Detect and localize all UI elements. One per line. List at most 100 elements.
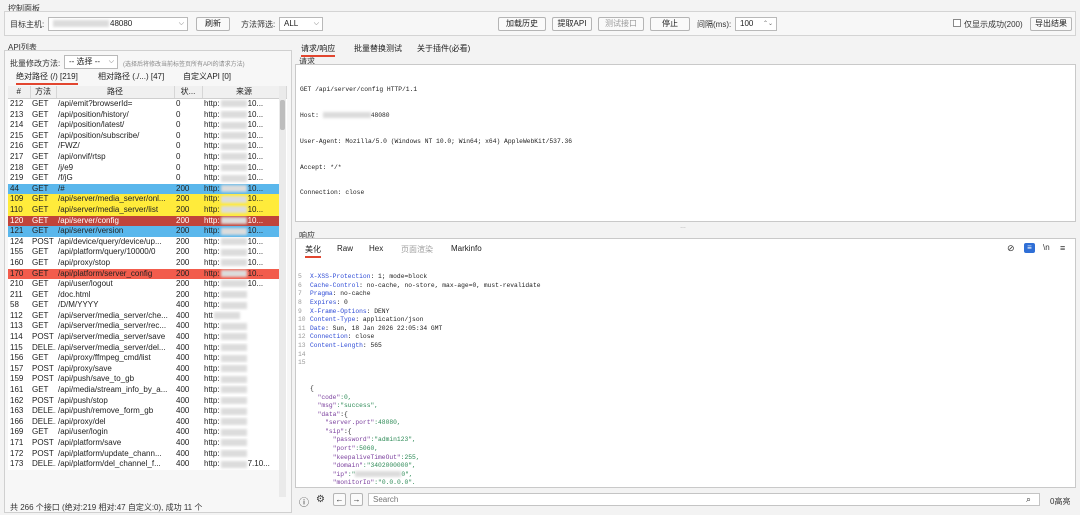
redacted-url — [220, 280, 247, 288]
column-header-method[interactable]: 方法 — [30, 86, 57, 99]
api-table-scrollbar-thumb[interactable] — [280, 100, 285, 130]
table-row[interactable]: 170 GET/api/platform/server_config 200 http… — [8, 268, 286, 280]
cell-status: 200 — [176, 257, 190, 267]
chevron-down-icon: ⌵ — [178, 20, 184, 27]
search-icon: ⌕ — [1026, 494, 1032, 504]
wrap-lines-icon[interactable]: ≡ — [1024, 243, 1035, 253]
menu-icon[interactable]: ≡ — [1060, 243, 1065, 253]
target-host-select[interactable]: 48080 ⌵ — [48, 17, 188, 31]
tab-hex[interactable]: Hex — [369, 244, 383, 253]
table-row[interactable]: 218 GET/j/e9 0 http: 10... — [8, 163, 286, 174]
table-row[interactable]: 112 GET/api/server/media_server/che... 400… — [8, 311, 286, 322]
only-success-checkbox[interactable] — [953, 19, 961, 27]
json-line: "port":5060, — [332, 445, 379, 453]
refresh-button[interactable]: 刷新 — [196, 17, 230, 31]
cell-path: /doc.html — [58, 289, 91, 299]
table-row[interactable]: 124 POST/api/device/query/device/up... 200… — [8, 237, 286, 248]
table-row[interactable]: 155 GET/api/platform/query/10000/0 200 http… — [8, 247, 286, 258]
cell-status: 0 — [176, 151, 181, 161]
method-filter-select[interactable]: ALL ⌵ — [279, 17, 323, 31]
cell-source: http: — [202, 353, 286, 364]
cell-source: http: 10... — [204, 236, 264, 246]
cell-method: DELE... — [32, 406, 56, 416]
table-row[interactable]: 171 POST/api/platform/save 400 http: — [8, 438, 286, 449]
table-row[interactable]: 163 DELE.../api/push/remove_form_gb 400 htt… — [8, 406, 286, 417]
batch-method-select[interactable]: -- 选择 -- ⌵ — [64, 55, 118, 69]
table-row[interactable]: 172 POST/api/platform/update_chann... 400 h… — [8, 449, 286, 460]
table-row[interactable]: 169 GET/api/user/login 400 http: — [8, 427, 286, 438]
hide-eye-icon[interactable]: ⊘ — [1007, 243, 1015, 254]
table-row[interactable]: 44 GET/# 200 http: 10... — [8, 183, 286, 195]
table-row[interactable]: 58 GET/D/M/YYYY 400 http: — [8, 300, 286, 311]
cell-status: 200 — [174, 183, 202, 195]
table-row[interactable]: 121 GET/api/server/version 200 http: 10... — [8, 226, 286, 237]
table-row[interactable]: 219 GET/f/jG 0 http: 10... — [8, 173, 286, 184]
cell-path: /FWZ/ — [58, 141, 80, 151]
tab-batch-replace[interactable]: 批量替换测试 — [354, 43, 402, 54]
cell-status: 400 — [176, 395, 190, 405]
cell-status: 400 — [176, 342, 190, 352]
table-row[interactable]: 110 GET/api/server/media_server/list 200 ht… — [8, 204, 286, 216]
cell-status: 0 — [176, 173, 181, 183]
column-header-id[interactable]: # — [8, 86, 31, 99]
load-history-button[interactable]: 加载历史 — [498, 17, 546, 31]
stop-button[interactable]: 停止 — [650, 17, 690, 31]
table-row[interactable]: 217 GET/api/onvif/rtsp 0 http: 10... — [8, 152, 286, 163]
table-row[interactable]: 210 GET/api/user/logout 200 http: 10... — [8, 279, 286, 290]
request-editor[interactable]: GET /api/server/config HTTP/1.1 Host: 48… — [295, 64, 1076, 222]
table-row[interactable]: 166 DELE.../api/proxy/del 400 http: — [8, 417, 286, 428]
table-row[interactable]: 214 GET/api/position/latest/0 http: 10... — [8, 120, 286, 131]
cell-path: /api/server/version — [56, 226, 174, 237]
table-row[interactable]: 114 POST/api/server/media_server/save 400 h… — [8, 332, 286, 343]
table-row[interactable]: 216 GET/FWZ/0 http: 10... — [8, 141, 286, 152]
table-row[interactable]: 162 POST/api/push/stop 400 http: — [8, 396, 286, 407]
test-api-button[interactable]: 测试接口 — [598, 17, 644, 31]
export-results-button[interactable]: 导出结果 — [1030, 17, 1072, 31]
table-row[interactable]: 120 GET/api/server/config 200 http: 10... — [8, 215, 286, 227]
column-header-path[interactable]: 路径 — [56, 86, 175, 99]
extract-api-button[interactable]: 提取API — [552, 17, 592, 31]
tab-relative-path[interactable]: 相对路径 (./...) [47] — [98, 71, 164, 82]
api-table-scrollbar[interactable] — [279, 86, 286, 497]
table-row[interactable]: 115 DELE.../api/server/media_server/del..… — [8, 343, 286, 354]
batch-method-value: -- 选择 -- — [69, 57, 101, 66]
table-row[interactable]: 211 GET/doc.html 200 http: — [8, 290, 286, 301]
prev-match-button[interactable]: ← — [333, 493, 346, 506]
redacted-url — [220, 449, 247, 457]
table-row[interactable]: 215 GET/api/position/subscribe/0 http: 10..… — [8, 131, 286, 142]
redacted-value — [355, 471, 402, 478]
table-row[interactable]: 161 GET/api/media/stream_info_by_a... 400 h… — [8, 385, 286, 396]
cell-method: GET — [32, 310, 49, 320]
tab-about-plugin[interactable]: 关于插件(必看) — [417, 43, 470, 54]
table-row[interactable]: 109 GET/api/server/media_server/onl... 200… — [8, 194, 286, 205]
next-match-button[interactable]: → — [350, 493, 363, 506]
column-header-status[interactable]: 状... — [174, 86, 203, 99]
table-row[interactable]: 160 GET/api/proxy/stop 200 http: 10... — [8, 258, 286, 269]
table-row[interactable]: 113 GET/api/server/media_server/rec... 400… — [8, 321, 286, 332]
table-row[interactable]: 159 POST/api/push/save_to_gb 400 http: — [8, 374, 286, 385]
tab-page-render[interactable]: 页面渲染 — [401, 244, 433, 255]
cell-method: GET — [30, 183, 56, 195]
tab-markinfo[interactable]: Markinfo — [451, 244, 482, 253]
cell-status: 200 — [174, 215, 202, 227]
response-body[interactable]: 5 X-XSS-Protection: 1; mode=block 6 Cache-C… — [298, 256, 1068, 484]
tab-custom-api[interactable]: 自定义API [0] — [183, 71, 231, 82]
spinner-icon[interactable]: ⌃⌄ — [763, 18, 773, 30]
cell-status: 400 — [176, 300, 190, 310]
table-row[interactable]: 212 GET/api/emit?browserId= 0 http: 10... — [8, 99, 286, 110]
table-row[interactable]: 156 GET/api/proxy/ffmpeg_cmd/list 400 http: — [8, 353, 286, 364]
tab-absolute-path[interactable]: 绝对路径 (/) [219] — [16, 71, 78, 85]
interval-input[interactable]: 100 ⌃⌄ — [735, 17, 777, 31]
tab-request-response[interactable]: 请求/响应 — [301, 43, 336, 57]
column-header-source[interactable]: 来源 — [202, 86, 287, 99]
table-row[interactable]: 157 POST/api/proxy/save 400 http: — [8, 364, 286, 375]
splitter-handle[interactable]: … — [680, 224, 686, 230]
search-input[interactable] — [368, 493, 1040, 506]
newline-icon[interactable]: \n — [1043, 243, 1050, 252]
help-icon[interactable]: ⓘ — [299, 494, 309, 509]
table-row[interactable]: 173 DELE.../api/platform/del_channel_f...… — [8, 459, 286, 470]
settings-icon[interactable]: ⚙ — [316, 494, 325, 505]
table-row[interactable]: 213 GET/api/position/history/0 http: 10... — [8, 110, 286, 121]
tab-raw[interactable]: Raw — [337, 244, 353, 253]
cell-id: 171 — [10, 438, 24, 447]
